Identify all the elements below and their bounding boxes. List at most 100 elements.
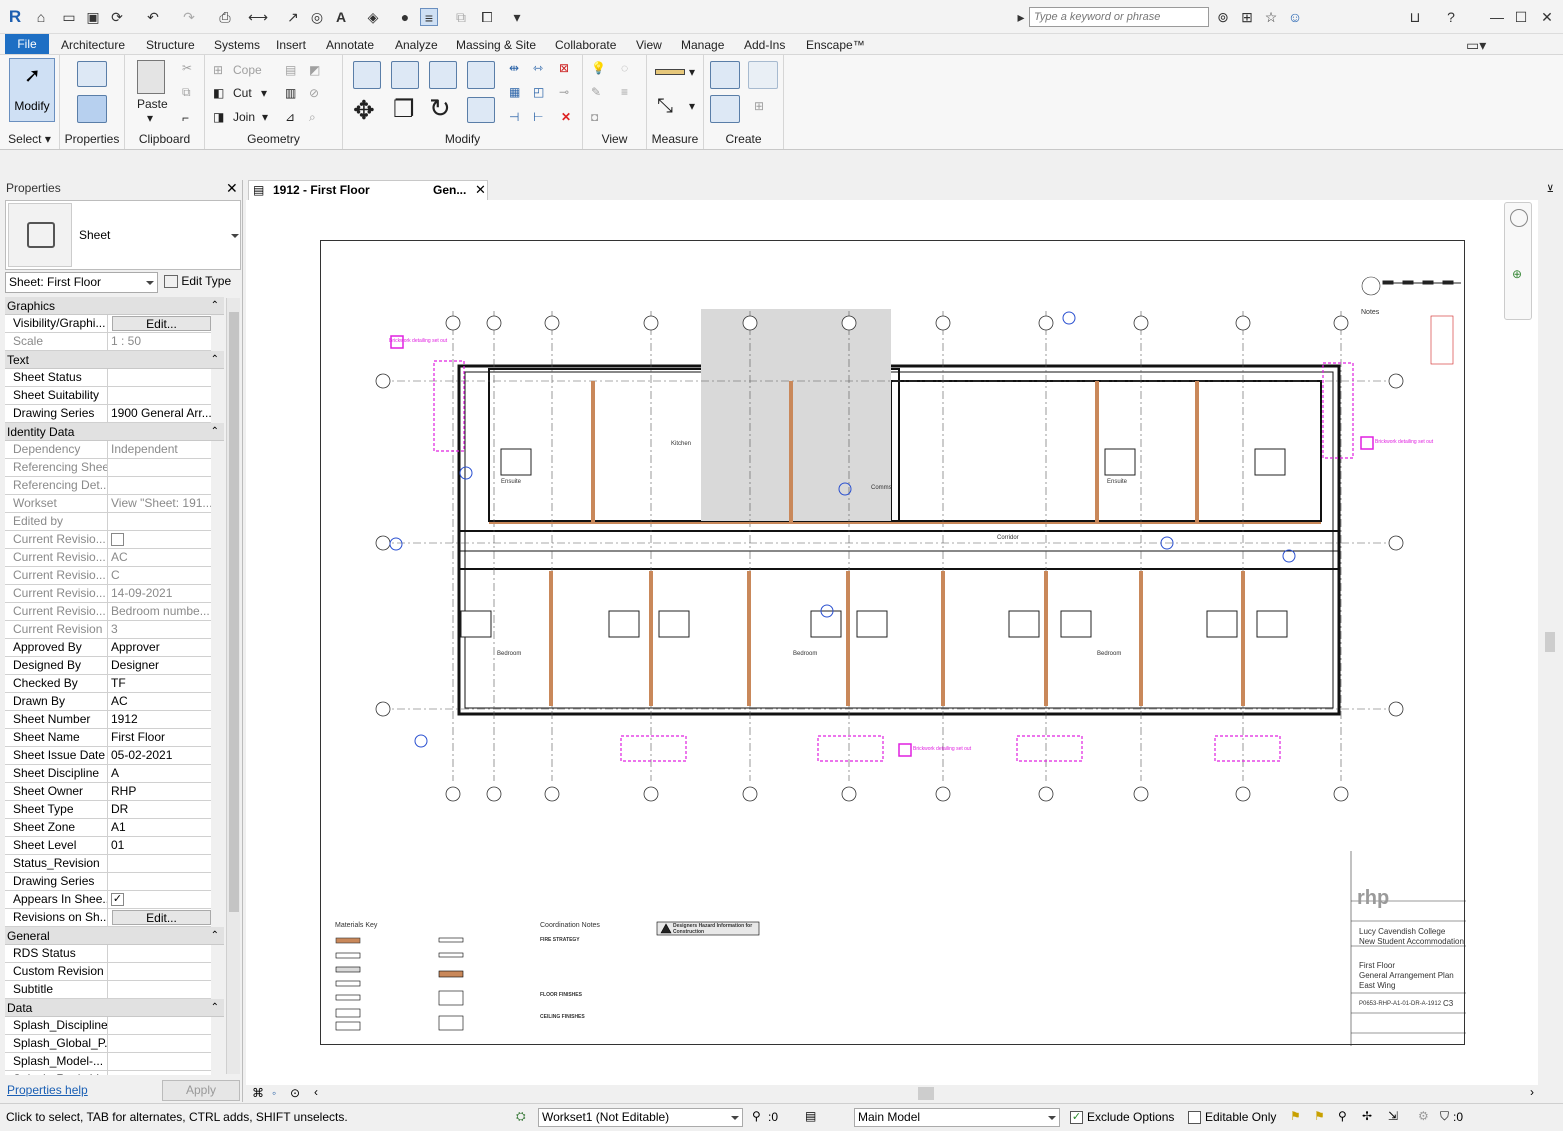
- copy-clip-icon[interactable]: ⧉: [182, 85, 191, 100]
- property-value[interactable]: 14-09-2021: [109, 585, 211, 602]
- qat-dropdown-icon[interactable]: ▾: [508, 8, 526, 26]
- sun-path-icon[interactable]: ◦: [272, 1086, 276, 1100]
- paste-button[interactable]: Paste: [137, 97, 168, 111]
- delete-icon[interactable]: ✕: [561, 110, 571, 124]
- remove-paint-icon[interactable]: ⌕: [309, 110, 316, 125]
- tab-structure[interactable]: Structure: [146, 36, 195, 54]
- property-value[interactable]: [109, 945, 211, 962]
- home-icon[interactable]: ⌂: [32, 8, 50, 26]
- scale-icon[interactable]: ◰: [533, 85, 544, 99]
- exclude-options-checkbox[interactable]: ✓: [1070, 1111, 1083, 1124]
- panel-select-label[interactable]: Select ▾: [0, 132, 59, 146]
- group-identity[interactable]: Identity Data ⌃: [5, 423, 224, 441]
- property-row[interactable]: Edit... Revisions on Sh...: [5, 909, 211, 927]
- search-input[interactable]: Type a keyword or phrase: [1029, 7, 1209, 27]
- property-value[interactable]: [109, 855, 211, 872]
- offset-icon[interactable]: [391, 61, 419, 89]
- property-value[interactable]: 1900 General Arr...: [109, 405, 211, 422]
- pin-icon[interactable]: ⊸: [559, 85, 569, 99]
- property-value[interactable]: [109, 513, 211, 530]
- property-row[interactable]: Drawing Series: [5, 873, 211, 891]
- create-similar-icon[interactable]: ⊞: [754, 99, 764, 113]
- hide-icon[interactable]: 💡: [591, 61, 606, 75]
- dimension-tool-icon[interactable]: ⤡: [657, 95, 673, 118]
- group-general[interactable]: General ⌃: [5, 927, 224, 945]
- canvas-vertical-scrollbar[interactable]: [1542, 200, 1558, 1085]
- property-row[interactable]: Edited by: [5, 513, 211, 531]
- property-row[interactable]: RDS Status: [5, 945, 211, 963]
- split-face-icon[interactable]: ▤: [285, 63, 296, 77]
- sync-icon[interactable]: ⟳: [108, 8, 126, 26]
- tab-view[interactable]: View: [636, 36, 662, 54]
- tab-menu-icon[interactable]: ⊻: [1547, 184, 1554, 195]
- property-value[interactable]: TF: [109, 675, 211, 692]
- tab-architecture[interactable]: Architecture: [61, 36, 125, 54]
- property-row[interactable]: Current Revisio...: [5, 531, 211, 549]
- tab-manage[interactable]: Manage: [681, 36, 724, 54]
- tab-annotate[interactable]: Annotate: [326, 36, 374, 54]
- switch-windows-icon[interactable]: ⧠: [478, 8, 496, 26]
- property-value[interactable]: [109, 1035, 211, 1052]
- join-button[interactable]: Join: [233, 110, 255, 124]
- paint-icon[interactable]: ◩: [309, 63, 320, 77]
- design-option-selector[interactable]: Main Model: [854, 1108, 1060, 1127]
- group-data[interactable]: Data ⌃: [5, 999, 224, 1017]
- property-row[interactable]: Scale 1 : 50: [5, 333, 211, 351]
- measure-ruler-icon[interactable]: [655, 69, 685, 75]
- text-icon[interactable]: A: [332, 8, 350, 26]
- dimension-icon[interactable]: ↗: [284, 8, 302, 26]
- apply-button[interactable]: Apply: [162, 1080, 240, 1101]
- property-row[interactable]: Subtitle: [5, 981, 211, 999]
- property-row[interactable]: Custom Revision: [5, 963, 211, 981]
- property-value[interactable]: AC: [109, 693, 211, 710]
- print-icon[interactable]: ⎙: [216, 8, 234, 26]
- ribbon-toggle-icon[interactable]: ▭▾: [1466, 36, 1486, 54]
- tab-add-ins[interactable]: Add-Ins: [744, 36, 785, 54]
- property-value[interactable]: [109, 531, 211, 548]
- section-icon[interactable]: ●: [396, 8, 414, 26]
- property-value[interactable]: [109, 1053, 211, 1070]
- property-value[interactable]: [109, 477, 211, 494]
- rotate-icon[interactable]: ↻: [429, 93, 451, 124]
- search-expand-icon[interactable]: ▸: [1012, 8, 1030, 26]
- tab-active-view[interactable]: ▤ 1912 - First Floor Gen... ✕: [248, 180, 488, 200]
- property-value[interactable]: 05-02-2021: [109, 747, 211, 764]
- property-row[interactable]: Current Revisio... Bedroom numbe...: [5, 603, 211, 621]
- property-row[interactable]: Designed By Designer: [5, 657, 211, 675]
- align-icon[interactable]: [353, 61, 381, 89]
- property-value[interactable]: View "Sheet: 191...: [109, 495, 211, 512]
- property-row[interactable]: Status_Revision: [5, 855, 211, 873]
- property-value[interactable]: [109, 981, 211, 998]
- cut-clip-icon[interactable]: ✂: [182, 61, 192, 75]
- property-value[interactable]: 3: [109, 621, 211, 638]
- worksets-icon[interactable]: ⛭: [516, 1109, 526, 1124]
- properties-help-link[interactable]: Properties help: [7, 1083, 88, 1097]
- tag-icon[interactable]: ◎: [308, 8, 326, 26]
- measure-icon[interactable]: ⟷: [248, 8, 268, 26]
- create-assembly-icon[interactable]: [710, 61, 740, 89]
- copy-icon[interactable]: ❐: [393, 95, 415, 124]
- property-row[interactable]: Drawing Series 1900 General Arr...: [5, 405, 211, 423]
- move-icon[interactable]: ✥: [353, 95, 375, 126]
- property-row[interactable]: Splash_Discipline: [5, 1017, 211, 1035]
- create-group-icon[interactable]: [710, 95, 740, 123]
- cut-profile-icon[interactable]: ≡: [621, 85, 628, 99]
- property-row[interactable]: Referencing Sheet: [5, 459, 211, 477]
- property-row[interactable]: Sheet Suitability: [5, 387, 211, 405]
- wall-joins-icon[interactable]: ▥: [285, 86, 296, 100]
- help-icon[interactable]: ?: [1442, 8, 1460, 26]
- property-value[interactable]: [109, 873, 211, 890]
- property-row[interactable]: Dependency Independent: [5, 441, 211, 459]
- property-row[interactable]: Current Revisio... AC: [5, 549, 211, 567]
- property-value[interactable]: [109, 387, 211, 404]
- crop-icon[interactable]: ⊙: [290, 1086, 300, 1100]
- property-row[interactable]: Sheet Name First Floor: [5, 729, 211, 747]
- tab-enscape[interactable]: Enscape™: [806, 36, 865, 54]
- split-gap-icon[interactable]: ⇿: [533, 61, 543, 75]
- design-options-icon[interactable]: ▤: [805, 1109, 816, 1123]
- property-value[interactable]: A: [109, 765, 211, 782]
- match-icon[interactable]: ⌐: [182, 111, 189, 125]
- property-row[interactable]: Sheet Type DR: [5, 801, 211, 819]
- property-value[interactable]: Bedroom numbe...: [109, 603, 211, 620]
- zoom-icon[interactable]: ⊕: [1512, 267, 1522, 281]
